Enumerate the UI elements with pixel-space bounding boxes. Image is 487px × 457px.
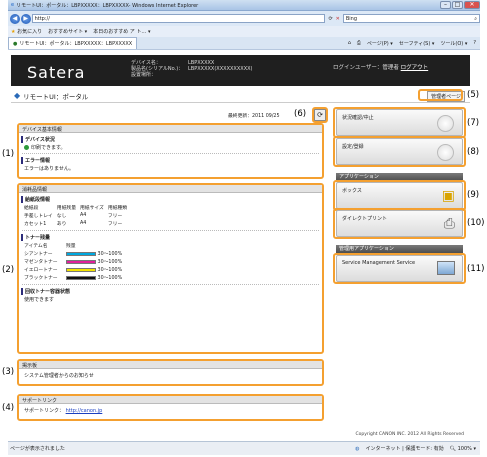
brand-logo: Satera bbox=[27, 63, 86, 82]
tab-bar: ● リモートUI：ポータル：LBPXXXXX：LBPXXXXX ⌂ ⎙ ページ(P… bbox=[8, 37, 480, 50]
favorites-button[interactable]: ★ お気に入り bbox=[11, 28, 42, 35]
toner-level-bar bbox=[66, 267, 96, 272]
search-input[interactable]: Bing ⌕ bbox=[342, 14, 481, 23]
table-row: マゼンタトナー 30～100% bbox=[24, 259, 123, 265]
cmd-page[interactable]: ページ(P) ▾ bbox=[367, 40, 393, 47]
toner-level-bar bbox=[66, 275, 96, 280]
page-title: リモートUI：ポータル bbox=[23, 92, 89, 101]
device-info-values: LBPXXXXX LBPXXXXX(XXXXXXXXXX) bbox=[188, 60, 253, 72]
device-status-head: デバイス状況 bbox=[21, 136, 322, 143]
home-icon[interactable]: ⌂ bbox=[348, 40, 351, 47]
consumables-panel: 消耗品情報 給紙段情報 給紙段 用紙残量 用紙サイズ 用紙種類 手差しトレイ なし A4 フ… bbox=[17, 183, 324, 354]
logout-link[interactable]: ログアウト bbox=[401, 65, 429, 71]
paper-head: 給紙段情報 bbox=[21, 196, 322, 203]
close-button[interactable]: ✕ bbox=[464, 1, 480, 9]
cmd-safety[interactable]: セーフティ(S) ▾ bbox=[399, 40, 435, 47]
callout-8: (8) bbox=[467, 147, 480, 157]
callout-3: (3) bbox=[2, 367, 15, 377]
help-icon[interactable]: ? bbox=[473, 40, 476, 47]
table-header-row: アイテム名 残量 bbox=[24, 244, 76, 249]
table-row: イエロートナー 30～100% bbox=[24, 267, 123, 273]
browser-tab[interactable]: ● リモートUI：ポータル：LBPXXXXX：LBPXXXXX bbox=[8, 37, 138, 49]
page-icon: ● bbox=[13, 40, 18, 47]
status-bar: ページが表示されました ◍ インターネット | 保護モード: 有効 🔍︎ 100… bbox=[8, 441, 480, 455]
waste-toner-head: 回収トナー容器状態 bbox=[21, 288, 322, 295]
window-titlebar: e リモートUI：ポータル：LBPXXXXX：LBPXXXXX- Windows… bbox=[8, 0, 480, 11]
paper-table: 給紙段 用紙残量 用紙サイズ 用紙種類 手差しトレイ なし A4 フリー カセット1 あり A4… bbox=[24, 204, 131, 228]
zoom-control[interactable]: 🔍︎ 100% ▾ bbox=[450, 446, 476, 452]
callout-6: (6) bbox=[294, 109, 307, 119]
address-bar: ◀ ▶ http:// ⟳ ✕ Bing ⌕ bbox=[8, 11, 481, 26]
board-panel: 掲示板 システム管理者からのお知らせ bbox=[17, 359, 324, 386]
table-row: カセット1 あり A4 フリー bbox=[24, 221, 123, 227]
last-update: 最終更新：2011 09/25 bbox=[228, 114, 280, 119]
toner-head: トナー残量 bbox=[21, 234, 322, 241]
back-button[interactable]: ◀ bbox=[10, 13, 20, 24]
table-header-row: 給紙段 用紙残量 用紙サイズ 用紙種類 bbox=[24, 206, 128, 211]
device-basic-panel: デバイス基本情報 デバイス状況 印刷できます。 エラー情報 エラーはありません。 bbox=[17, 123, 324, 179]
callout-4: (4) bbox=[2, 403, 15, 413]
callout-1: (1) bbox=[2, 149, 15, 159]
zone-text: インターネット | 保護モード: 有効 bbox=[365, 446, 444, 452]
ie-icon: e bbox=[11, 2, 15, 8]
page-header: Satera デバイス名： 製品名(シリアルNo.)： 設置場所： LBPXXX… bbox=[11, 55, 470, 86]
table-row: ブラックトナー 30～100% bbox=[24, 275, 123, 281]
portal-icon: ◆ bbox=[14, 91, 21, 100]
support-panel: サポートリンク サポートリンク： http://canon.jp bbox=[17, 394, 324, 421]
forward-button[interactable]: ▶ bbox=[20, 13, 31, 24]
page-title-bar: ◆ リモートUI：ポータル 管理者ページ bbox=[11, 89, 470, 103]
fav-link-2[interactable]: 本日のおすすめ ア ト… ▾ bbox=[93, 28, 150, 35]
callout-9: (9) bbox=[467, 190, 480, 200]
table-row: シアントナー 30～100% bbox=[24, 251, 123, 257]
device-basic-title: デバイス基本情報 bbox=[19, 125, 322, 133]
support-title: サポートリンク bbox=[19, 396, 322, 404]
search-icon[interactable]: ⌕ bbox=[474, 16, 479, 22]
support-link[interactable]: http://canon.jp bbox=[66, 408, 103, 414]
waste-toner-text: 使用できます bbox=[24, 297, 55, 303]
board-title: 掲示板 bbox=[19, 361, 322, 369]
globe-icon: ◍ bbox=[355, 445, 360, 452]
copyright: Copyright CANON INC. 2012 All Rights Res… bbox=[355, 432, 464, 437]
status-text: ページが表示されました bbox=[10, 446, 65, 452]
cmd-tools[interactable]: ツール(O) ▾ bbox=[440, 40, 467, 47]
mgmt-apps-head: 管理用アプリケーション bbox=[336, 245, 463, 253]
toner-level-bar bbox=[66, 251, 96, 256]
toner-table: アイテム名 残量 シアントナー 30～100% マゼンタトナー 30～100% イ… bbox=[24, 242, 126, 282]
error-text: エラーはありません。 bbox=[24, 166, 74, 172]
callout-10: (10) bbox=[467, 218, 485, 228]
favorites-bar: ★ お気に入り おすすめサイト ▾ 本日のおすすめ ア ト… ▾ bbox=[8, 26, 480, 37]
callout-2: (2) bbox=[2, 265, 15, 275]
callout-box-6 bbox=[312, 107, 328, 123]
callout-11: (11) bbox=[467, 264, 485, 274]
board-text: システム管理者からのお知らせ bbox=[24, 373, 94, 379]
url-field[interactable]: http:// bbox=[31, 14, 326, 23]
fav-link-1[interactable]: おすすめサイト ▾ bbox=[48, 28, 87, 35]
device-info-labels: デバイス名： 製品名(シリアルNo.)： 設置場所： bbox=[131, 60, 184, 78]
window-title: リモートUI：ポータル：LBPXXXXX：LBPXXXXX- Windows I… bbox=[16, 2, 199, 9]
error-head: エラー情報 bbox=[21, 157, 322, 164]
refresh-icon[interactable]: ⟳ bbox=[328, 16, 332, 22]
status-ok-icon bbox=[24, 145, 29, 150]
minimize-button[interactable]: – bbox=[440, 1, 451, 9]
support-line: サポートリンク： http://canon.jp bbox=[24, 408, 103, 414]
login-user: ログインユーザー：管理者 ログアウト bbox=[333, 65, 429, 71]
callout-5: (5) bbox=[467, 90, 480, 100]
print-icon[interactable]: ⎙ bbox=[357, 40, 361, 47]
device-status-text: 印刷できます。 bbox=[19, 144, 322, 151]
stop-icon[interactable]: ✕ bbox=[336, 16, 340, 22]
star-icon: ★ bbox=[11, 29, 16, 35]
consumables-title: 消耗品情報 bbox=[19, 185, 322, 193]
table-row: 手差しトレイ なし A4 フリー bbox=[24, 213, 123, 219]
callout-7: (7) bbox=[467, 118, 480, 128]
toner-level-bar bbox=[66, 259, 96, 264]
maximize-button[interactable]: □ bbox=[452, 1, 463, 9]
